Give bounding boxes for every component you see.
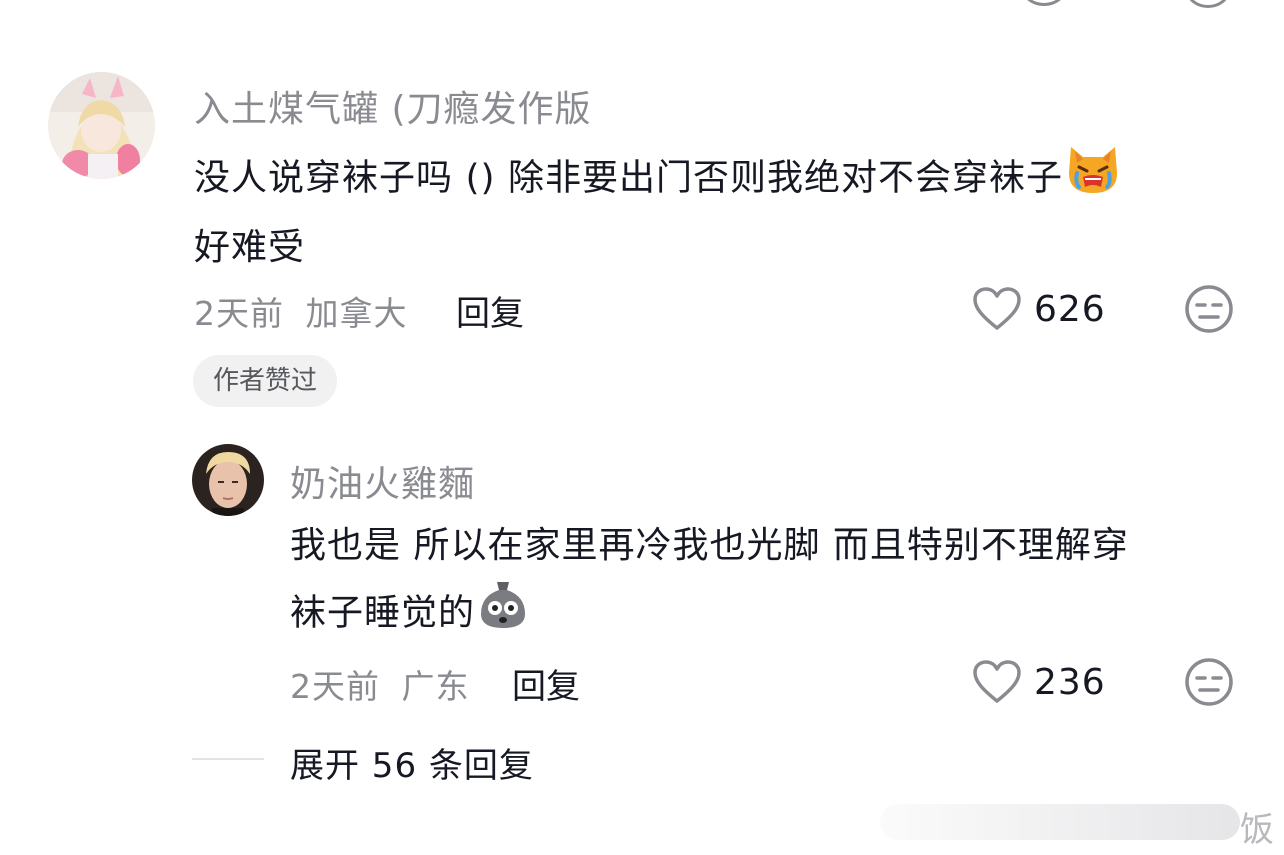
comment-time: 2天前	[194, 294, 284, 333]
reply-avatar[interactable]	[192, 444, 264, 516]
crying-cat-emoji-icon	[1065, 143, 1121, 216]
comment-meta: 2天前 加拿大	[194, 287, 408, 335]
watermark-bar	[880, 804, 1240, 840]
dislike-button[interactable]	[1184, 284, 1234, 338]
reply-time: 2天前	[290, 667, 380, 706]
avatar-image-icon	[48, 72, 155, 179]
reply-like-button[interactable]: 236	[972, 657, 1106, 707]
like-button[interactable]: 626	[972, 284, 1106, 334]
comment-text: 没人说穿袜子吗 () 除非要出门否则我绝对不会穿袜子 好难受	[194, 143, 1121, 280]
watermark: 饭	[1240, 810, 1274, 850]
reply-like-count: 236	[1034, 661, 1106, 703]
avatar[interactable]	[48, 72, 155, 179]
reply-button[interactable]: 回复	[456, 286, 524, 335]
like-count: 626	[1034, 288, 1106, 330]
comment-username[interactable]: 入土煤气罐 (刀瘾发作版	[194, 80, 592, 132]
comment-location: 加拿大	[305, 294, 408, 333]
expand-replies-button[interactable]: 展开 56 条回复	[290, 738, 534, 787]
meh-face-icon	[1185, 285, 1233, 333]
author-liked-badge: 作者赞过	[193, 355, 338, 407]
reply-avatar-image-icon	[192, 444, 264, 516]
reply-text-line1: 我也是 所以在家里再冷我也光脚 而且特别不理解穿	[290, 525, 1129, 566]
reply-text: 我也是 所以在家里再冷我也光脚 而且特别不理解穿 袜子睡觉的	[290, 514, 1129, 651]
previous-like-heart-icon[interactable]	[1022, 0, 1066, 6]
heart-icon	[973, 660, 1021, 703]
comment-text-line2: 好难受	[194, 227, 306, 268]
reply-meta: 2天前 广东	[290, 660, 470, 708]
shocked-bag-emoji-icon	[477, 578, 529, 651]
reply-text-line2: 袜子睡觉的	[290, 592, 476, 634]
reply-dislike-button[interactable]	[1184, 657, 1234, 711]
meh-face-icon	[1185, 658, 1233, 706]
reply-location: 广东	[401, 667, 470, 706]
previous-dislike-icon[interactable]	[1186, 0, 1230, 8]
heart-icon	[973, 287, 1021, 330]
reply-username[interactable]: 奶油火雞麵	[290, 455, 475, 507]
comment-text-line1: 没人说穿袜子吗 () 除非要出门否则我绝对不会穿袜子	[194, 157, 1063, 199]
reply-reply-button[interactable]: 回复	[512, 659, 580, 708]
expand-divider	[192, 758, 264, 760]
